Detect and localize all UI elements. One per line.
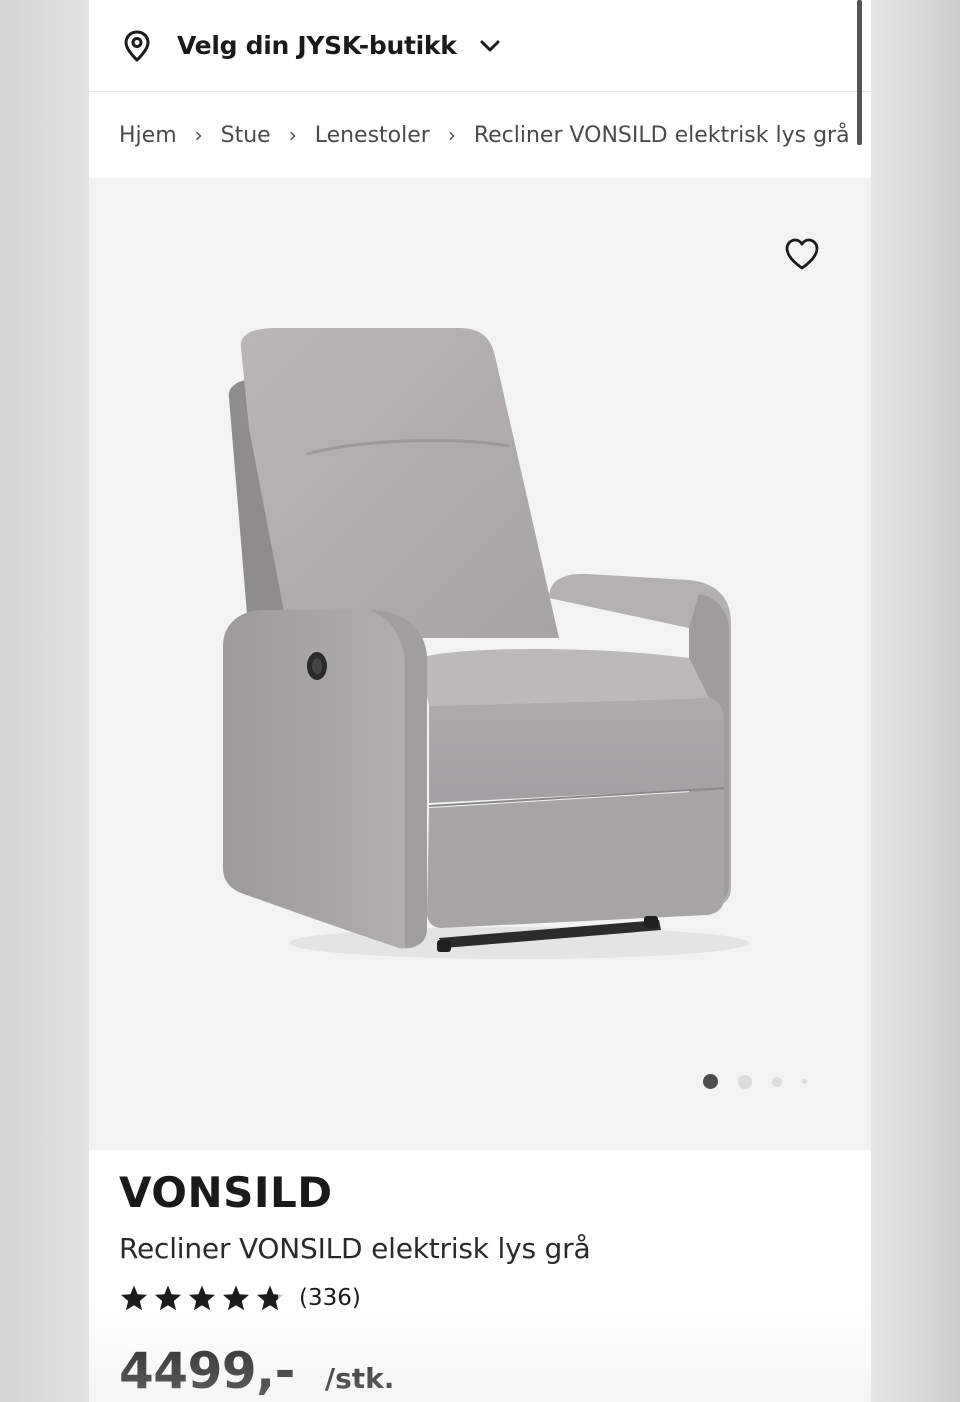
star-icon — [189, 1285, 215, 1311]
chevron-down-icon — [480, 40, 500, 51]
store-selector-label: Velg din JYSK-butikk — [177, 31, 457, 60]
breadcrumb-separator: › — [447, 123, 456, 147]
product-title: Recliner VONSILD elektrisk lys grå — [119, 1232, 591, 1265]
star-icon — [257, 1285, 283, 1311]
review-count[interactable]: (336) — [299, 1285, 361, 1311]
heart-icon[interactable] — [783, 236, 821, 272]
product-image-gallery[interactable] — [89, 178, 871, 1150]
star-icon — [223, 1285, 249, 1311]
pagination-dot[interactable] — [738, 1074, 752, 1089]
breadcrumb-separator: › — [194, 123, 203, 147]
background-left — [0, 0, 89, 1402]
breadcrumb-link-home[interactable]: Hjem — [119, 123, 177, 148]
breadcrumb-link-lenestoler[interactable]: Lenestoler — [315, 123, 430, 148]
product-brand: VONSILD — [119, 1168, 333, 1217]
product-rating[interactable]: (336) — [119, 1284, 361, 1312]
product-price: 4499,- — [119, 1342, 295, 1400]
store-selector[interactable]: Velg din JYSK-butikk — [89, 0, 871, 92]
star-icon — [155, 1285, 181, 1311]
product-page: Velg din JYSK-butikk Hjem › Stue › Lenes… — [89, 0, 871, 1402]
star-icon — [121, 1285, 147, 1311]
breadcrumb-current: Recliner VONSILD elektrisk lys grå — [473, 122, 850, 148]
pagination-dot[interactable] — [802, 1079, 807, 1084]
price-unit: /stk. — [324, 1362, 395, 1395]
background-right — [871, 0, 960, 1402]
product-image — [223, 328, 749, 959]
breadcrumb-separator: › — [288, 123, 297, 147]
scrollbar[interactable] — [857, 0, 862, 145]
location-pin-icon — [124, 30, 150, 61]
pagination-dot[interactable] — [703, 1074, 718, 1089]
breadcrumb: Hjem › Stue › Lenestoler › Recliner VONS… — [119, 114, 850, 156]
rating-stars — [119, 1284, 289, 1312]
image-pagination[interactable] — [703, 1074, 827, 1089]
price-row: 4499,- /stk. — [119, 1342, 394, 1400]
pagination-dot[interactable] — [772, 1076, 782, 1087]
breadcrumb-link-stue[interactable]: Stue — [221, 123, 271, 148]
